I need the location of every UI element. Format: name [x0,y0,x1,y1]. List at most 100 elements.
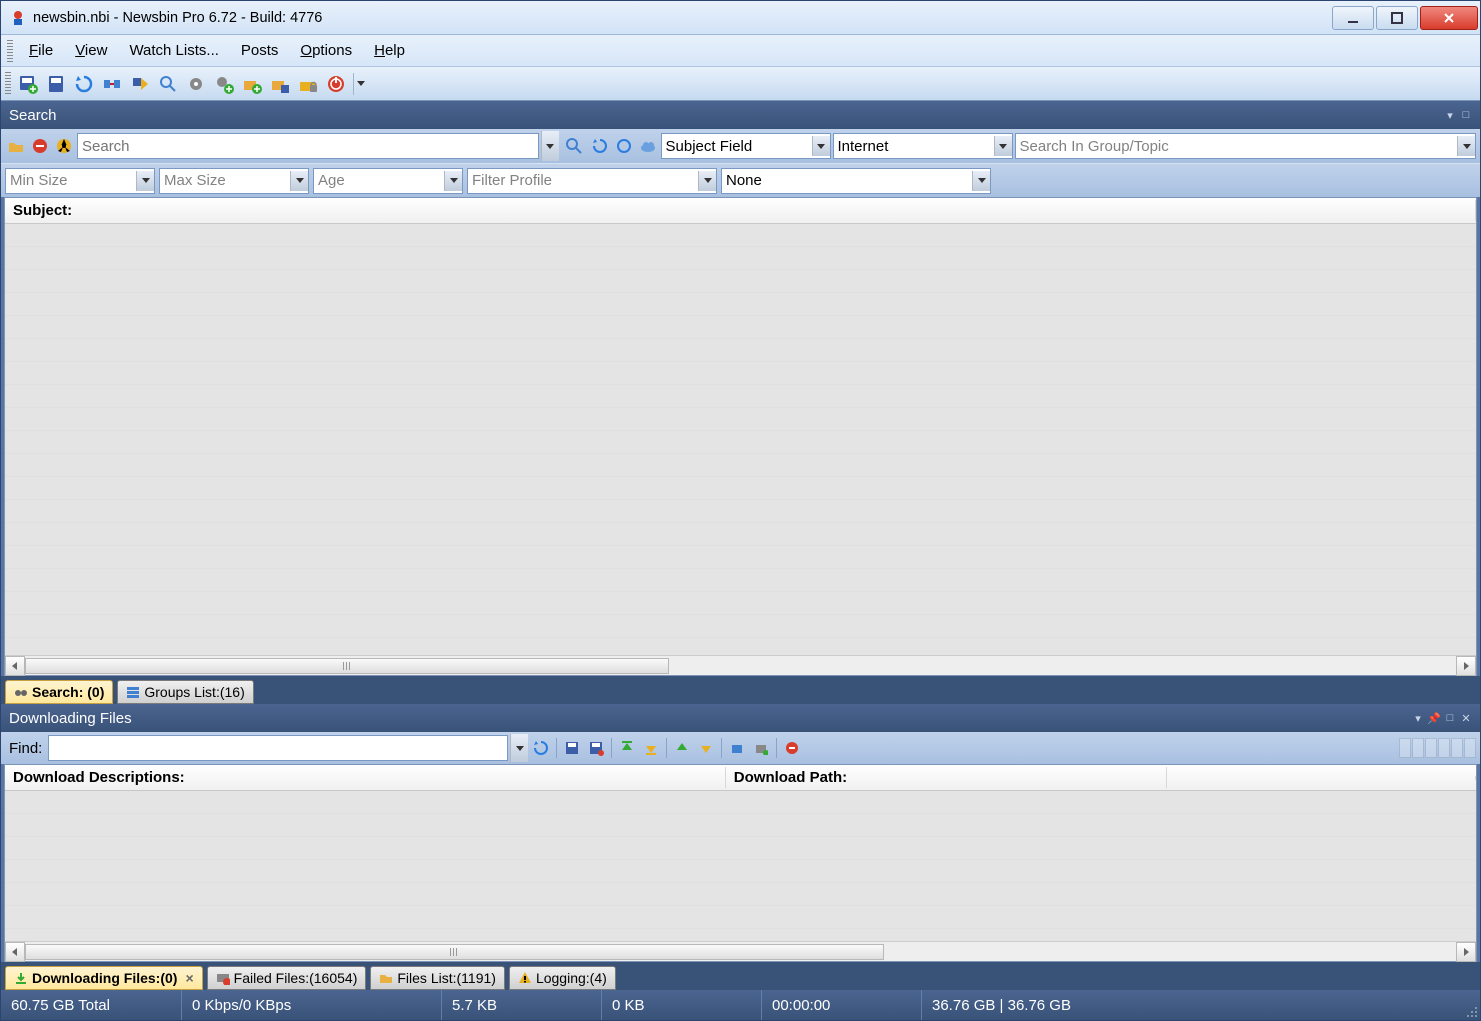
panel-maximize-button[interactable]: □ [1460,109,1472,121]
scroll-left-button[interactable] [5,942,25,962]
find-input[interactable] [48,735,508,761]
move-down-button[interactable] [695,737,717,759]
main-toolbar [1,67,1480,101]
column-download-path[interactable]: Download Path: [726,767,1167,788]
search-tabstrip: Search: (0) Groups List:(16) [1,676,1480,704]
settings-button[interactable] [183,71,209,97]
move-up-button[interactable] [671,737,693,759]
menu-view[interactable]: View [65,38,117,63]
folder-icon [379,971,393,985]
downloading-panel-header: Downloading Files ▾ 📌 □ ✕ [1,704,1480,732]
scroll-left-button[interactable] [5,656,25,676]
panel-dropdown-button[interactable]: ▾ [1412,712,1424,724]
menu-file[interactable]: File [19,38,63,63]
remove-button[interactable] [29,135,51,157]
scroll-right-button[interactable] [1456,656,1476,676]
traffic-button[interactable] [127,71,153,97]
menu-watch-lists[interactable]: Watch Lists... [119,38,228,63]
menu-help[interactable]: Help [364,38,415,63]
toolbar-grip-icon[interactable] [5,72,11,96]
load-add-button[interactable] [239,71,265,97]
save-add-button[interactable] [15,71,41,97]
column-subject[interactable]: Subject: [5,200,1476,221]
max-size-select[interactable]: Max Size [159,168,309,194]
panel-maximize-button[interactable]: □ [1444,712,1456,724]
move-bottom-button[interactable] [640,737,662,759]
list-icon [126,685,140,699]
downloads-grid-body[interactable] [5,791,1476,941]
column-blank[interactable] [1167,776,1476,780]
search-grid-body[interactable] [5,224,1476,655]
search-grid-header: Subject: [5,198,1476,224]
app-window: newsbin.nbi - Newsbin Pro 6.72 - Build: … [0,0,1481,1021]
downloads-grid-hscroll[interactable] [5,941,1476,961]
tab-close-button[interactable]: × [185,970,193,986]
move-top-button[interactable] [616,737,638,759]
filter-profile-select[interactable]: Filter Profile [467,168,717,194]
bottom-tabstrip: Downloading Files:(0) × Failed Files:(16… [1,962,1480,990]
folder-lock-button[interactable] [295,71,321,97]
search-panel-title: Search [9,107,57,124]
search-input[interactable] [77,133,539,159]
statusbar: 60.75 GB Total 0 Kbps/0 KBps 5.7 KB 0 KB… [1,990,1480,1020]
search-toolbar: Subject Field Internet Search In Group/T… [1,129,1480,163]
save-button[interactable] [43,71,69,97]
tab-logging[interactable]: Logging:(4) [509,966,616,990]
close-button[interactable] [1420,6,1478,30]
search-source-select[interactable]: Internet [833,133,1013,159]
search-grid-hscroll[interactable] [5,655,1476,675]
reload-button[interactable] [613,135,635,157]
pause-button[interactable] [726,737,748,759]
menu-posts[interactable]: Posts [231,38,289,63]
zoom-button[interactable] [155,71,181,97]
power-button[interactable] [323,71,349,97]
app-icon [9,9,27,27]
status-speed: 0 Kbps/0 KBps [181,990,441,1020]
search-history-dropdown[interactable] [541,131,559,161]
nuke-button[interactable] [53,135,75,157]
min-size-select[interactable]: Min Size [5,168,155,194]
filter-none-select[interactable]: None [721,168,991,194]
menu-options[interactable]: Options [290,38,362,63]
search-go-button[interactable] [563,135,585,157]
tab-search[interactable]: Search: (0) [5,680,113,704]
column-download-descriptions[interactable]: Download Descriptions: [5,767,726,788]
titlebar[interactable]: newsbin.nbi - Newsbin Pro 6.72 - Build: … [1,1,1480,35]
settings-add-button[interactable] [211,71,237,97]
find-refresh-button[interactable] [530,737,552,759]
find-label: Find: [5,740,46,757]
search-field-select[interactable]: Subject Field [661,133,831,159]
cloud-button[interactable] [637,135,659,157]
age-select[interactable]: Age [313,168,463,194]
menubar: File View Watch Lists... Posts Options H… [1,35,1480,67]
tab-downloading-files[interactable]: Downloading Files:(0) × [5,966,203,990]
refresh-button[interactable] [71,71,97,97]
status-size-a: 5.7 KB [441,990,601,1020]
refresh-search-button[interactable] [589,135,611,157]
panel-dropdown-button[interactable]: ▾ [1444,109,1456,121]
maximize-button[interactable] [1376,6,1418,30]
connection-button[interactable] [99,71,125,97]
scroll-right-button[interactable] [1456,942,1476,962]
menu-grip-icon[interactable] [7,40,13,62]
resume-button[interactable] [750,737,772,759]
warning-icon [518,971,532,985]
titlebar-text: newsbin.nbi - Newsbin Pro 6.72 - Build: … [33,10,1332,26]
minimize-button[interactable] [1332,6,1374,30]
tab-failed-files[interactable]: Failed Files:(16054) [207,966,367,990]
tab-groups-list[interactable]: Groups List:(16) [117,680,253,704]
resize-grip-icon[interactable] [1460,990,1480,1020]
error-icon [216,971,230,985]
open-folder-button[interactable] [5,135,27,157]
tab-files-list[interactable]: Files List:(1191) [370,966,505,990]
search-group-select[interactable]: Search In Group/Topic [1015,133,1477,159]
find-dropdown[interactable] [510,734,528,762]
load-save-button[interactable] [267,71,293,97]
panel-pin-button[interactable]: 📌 [1428,712,1440,724]
save-list-alt-button[interactable] [585,737,607,759]
save-list-button[interactable] [561,737,583,759]
toolbar-overflow-button[interactable] [353,73,365,95]
filter-toolbar: Min Size Max Size Age Filter Profile Non… [1,163,1480,197]
delete-button[interactable] [781,737,803,759]
panel-close-button[interactable]: ✕ [1460,712,1472,724]
